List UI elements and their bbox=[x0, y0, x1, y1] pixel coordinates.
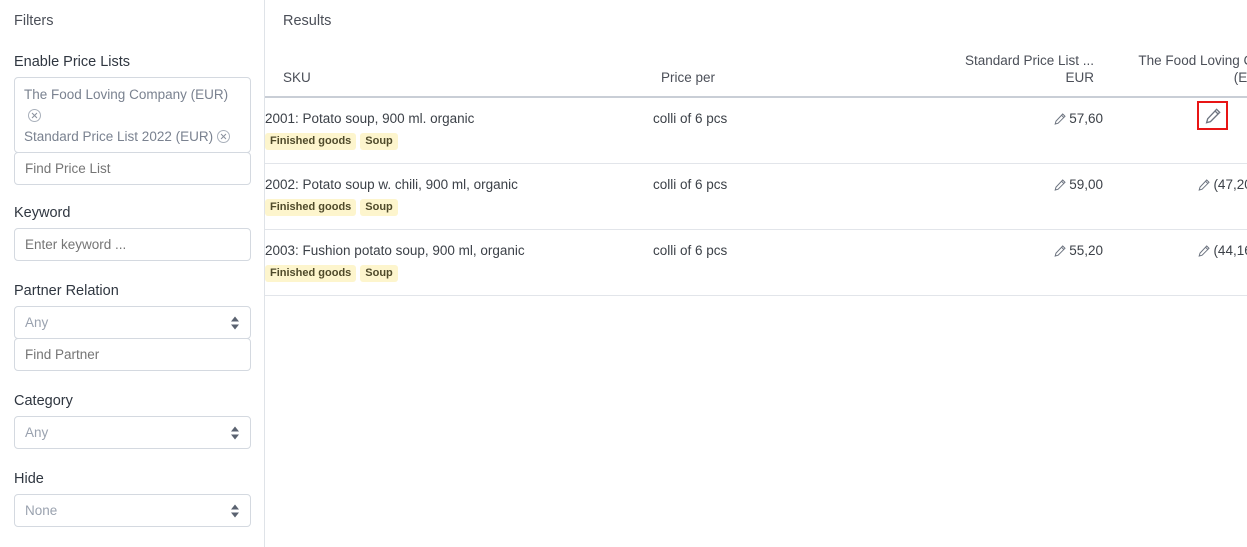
pencil-icon bbox=[1054, 113, 1066, 125]
standard-price-value: 55,20 bbox=[1069, 242, 1103, 258]
enable-price-lists-label: Enable Price Lists bbox=[14, 54, 131, 70]
column-header-price-per[interactable]: Price per bbox=[653, 52, 889, 98]
sku-tag: Finished goods bbox=[265, 264, 357, 282]
column-header-standard-line2: EUR bbox=[1065, 70, 1094, 85]
standard-price-value: 59,00 bbox=[1069, 176, 1103, 192]
cell-standard-price[interactable]: 59,00 bbox=[889, 163, 1103, 230]
find-partner-input[interactable] bbox=[14, 338, 251, 371]
filter-enable-price-lists: Enable Price Lists The Food Loving Compa… bbox=[14, 53, 251, 185]
sku-tag-list: Finished goods Soup bbox=[265, 264, 653, 282]
filter-keyword: Keyword bbox=[14, 204, 251, 261]
price-list-chip[interactable]: The Food Loving Company (EUR) bbox=[24, 84, 241, 126]
sku-tag-list: Finished goods Soup bbox=[265, 132, 653, 150]
cell-standard-price[interactable]: 55,20 bbox=[889, 229, 1103, 296]
column-header-food-loving[interactable]: The Food Loving Com ... (EUR) % bbox=[1103, 52, 1247, 98]
sku-name[interactable]: 2001: Potato soup, 900 ml. organic bbox=[265, 110, 653, 127]
price-list-chip[interactable]: Standard Price List 2022 (EUR) bbox=[24, 126, 241, 147]
pencil-icon bbox=[1054, 245, 1066, 257]
find-price-list-input[interactable] bbox=[14, 152, 251, 185]
partner-relation-select-wrap[interactable]: Any bbox=[14, 306, 251, 339]
results-table-head: SKU Price per Standard Price List ... EU… bbox=[265, 52, 1247, 98]
food-loving-price-value: (44,16) -20,00 % bbox=[1213, 242, 1247, 258]
sku-name[interactable]: 2002: Potato soup w. chili, 900 ml, orga… bbox=[265, 176, 653, 193]
table-header-row: SKU Price per Standard Price List ... EU… bbox=[265, 52, 1247, 98]
pencil-icon bbox=[1198, 245, 1211, 257]
page-root: Filters Enable Price Lists The Food Lovi… bbox=[0, 0, 1247, 547]
category-label: Category bbox=[14, 393, 73, 409]
results-table-body: 2001: Potato soup, 900 ml. organic Finis… bbox=[265, 97, 1247, 296]
category-select-wrap[interactable]: Any bbox=[14, 416, 251, 449]
circle-x-icon[interactable] bbox=[28, 109, 41, 122]
table-row[interactable]: 2002: Potato soup w. chili, 900 ml, orga… bbox=[265, 163, 1247, 230]
cell-sku: 2002: Potato soup w. chili, 900 ml, orga… bbox=[265, 163, 653, 230]
cell-standard-price[interactable]: 57,60 bbox=[889, 97, 1103, 164]
cell-price-per: colli of 6 pcs bbox=[653, 163, 889, 230]
hide-label: Hide bbox=[14, 471, 44, 487]
pencil-icon bbox=[1205, 107, 1221, 124]
column-header-standard-price-list[interactable]: Standard Price List ... EUR bbox=[889, 52, 1103, 98]
column-header-sku[interactable]: SKU bbox=[265, 52, 653, 98]
sku-tag: Soup bbox=[360, 264, 398, 282]
filter-hide: Hide None bbox=[14, 470, 251, 527]
category-select[interactable]: Any bbox=[14, 416, 251, 449]
standard-price-value: 57,60 bbox=[1069, 111, 1103, 126]
cell-food-loving-price[interactable]: (44,16) -20,00 % bbox=[1103, 229, 1247, 296]
partner-relation-select[interactable]: Any bbox=[14, 306, 251, 339]
filters-title: Filters bbox=[14, 13, 54, 29]
hide-select-wrap[interactable]: None bbox=[14, 494, 251, 527]
sku-tag: Soup bbox=[360, 198, 398, 216]
sku-tag: Soup bbox=[360, 132, 398, 150]
cell-price-per: colli of 6 pcs bbox=[653, 97, 889, 164]
table-row[interactable]: 2001: Potato soup, 900 ml. organic Finis… bbox=[265, 97, 1247, 164]
cell-price-per: colli of 6 pcs bbox=[653, 229, 889, 296]
pencil-icon bbox=[1198, 179, 1211, 191]
column-header-standard-line1: Standard Price List ... bbox=[964, 53, 1094, 68]
food-loving-price-value: (47,20) -20,00 % bbox=[1213, 176, 1247, 192]
cell-sku: 2001: Potato soup, 900 ml. organic Finis… bbox=[265, 97, 653, 164]
sku-tag: Finished goods bbox=[265, 132, 357, 150]
column-header-food-loving-line1: The Food Loving Com ... bbox=[1138, 53, 1247, 68]
filter-partner-relation: Partner Relation Any bbox=[14, 282, 251, 371]
cell-sku: 2003: Fushion potato soup, 900 ml, organ… bbox=[265, 229, 653, 296]
sku-tag: Finished goods bbox=[265, 198, 357, 216]
edit-food-loving-price-button[interactable] bbox=[1197, 101, 1228, 130]
sku-name[interactable]: 2003: Fushion potato soup, 900 ml, organ… bbox=[265, 242, 653, 259]
table-row[interactable]: 2003: Fushion potato soup, 900 ml, organ… bbox=[265, 229, 1247, 296]
column-header-food-loving-line2: (EUR) % bbox=[1233, 70, 1247, 85]
price-list-chip-label: The Food Loving Company (EUR) bbox=[24, 87, 229, 102]
pencil-icon bbox=[1054, 179, 1066, 191]
circle-x-icon[interactable] bbox=[217, 130, 231, 143]
results-title: Results bbox=[283, 13, 332, 29]
results-table: SKU Price per Standard Price List ... EU… bbox=[265, 52, 1247, 296]
partner-relation-label: Partner Relation bbox=[14, 283, 119, 299]
keyword-label: Keyword bbox=[14, 205, 71, 221]
enable-price-lists-chipbox[interactable]: The Food Loving Company (EUR) Standard P… bbox=[14, 77, 251, 153]
sku-tag-list: Finished goods Soup bbox=[265, 198, 653, 216]
filter-category: Category Any bbox=[14, 392, 251, 449]
cell-food-loving-price[interactable]: (47,20) -20,00 % bbox=[1103, 163, 1247, 230]
hide-select[interactable]: None bbox=[14, 494, 251, 527]
keyword-input[interactable] bbox=[14, 228, 251, 261]
results-panel: Results SKU Price per Standard Price Lis… bbox=[265, 0, 1247, 547]
filters-sidebar: Filters Enable Price Lists The Food Lovi… bbox=[0, 0, 265, 547]
price-list-chip-label: Standard Price List 2022 (EUR) bbox=[24, 129, 214, 144]
